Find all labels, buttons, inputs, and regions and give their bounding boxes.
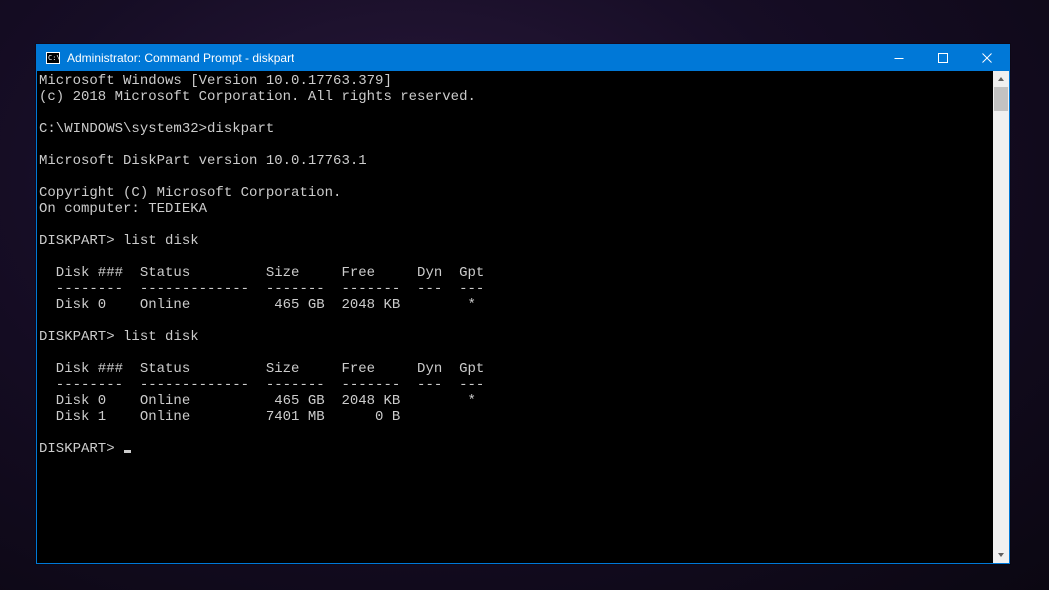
disk-table-header: Disk ### Status Size Free Dyn Gpt	[39, 361, 484, 377]
scrollbar-thumb[interactable]	[994, 87, 1008, 111]
titlebar[interactable]: C:\ Administrator: Command Prompt - disk…	[37, 45, 1009, 71]
vertical-scrollbar[interactable]	[993, 71, 1009, 563]
client-area: Microsoft Windows [Version 10.0.17763.37…	[37, 71, 1009, 563]
minimize-button[interactable]	[877, 45, 921, 71]
os-copyright-line: (c) 2018 Microsoft Corporation. All righ…	[39, 89, 476, 105]
diskpart-prompt: DISKPART>	[39, 329, 115, 345]
terminal-output[interactable]: Microsoft Windows [Version 10.0.17763.37…	[37, 71, 993, 563]
diskpart-prompt: DISKPART>	[39, 233, 115, 249]
diskpart-computer-line: On computer: TEDIEKA	[39, 201, 207, 217]
terminal-cursor	[124, 450, 131, 453]
os-version-line: Microsoft Windows [Version 10.0.17763.37…	[39, 73, 392, 89]
scrollbar-track[interactable]	[993, 87, 1009, 547]
scrollbar-arrow-up-icon[interactable]	[993, 71, 1009, 87]
command-prompt-window: C:\ Administrator: Command Prompt - disk…	[36, 44, 1010, 564]
close-button[interactable]	[965, 45, 1009, 71]
cmd-list-disk: list disk	[123, 329, 199, 345]
maximize-button[interactable]	[921, 45, 965, 71]
disk-table-divider: -------- ------------- ------- ------- -…	[39, 377, 484, 393]
cmd-diskpart: diskpart	[207, 121, 274, 137]
disk-table-divider: -------- ------------- ------- ------- -…	[39, 281, 484, 297]
disk-table-header: Disk ### Status Size Free Dyn Gpt	[39, 265, 484, 281]
command-prompt-icon: C:\	[45, 50, 61, 66]
svg-text:C:\: C:\	[48, 54, 60, 62]
diskpart-version-line: Microsoft DiskPart version 10.0.17763.1	[39, 153, 367, 169]
desktop: C:\ Administrator: Command Prompt - disk…	[0, 0, 1049, 590]
cmd-list-disk: list disk	[123, 233, 199, 249]
prompt-c-windows-system32: C:\WINDOWS\system32>	[39, 121, 207, 137]
diskpart-copyright-line: Copyright (C) Microsoft Corporation.	[39, 185, 341, 201]
disk-table-row: Disk 0 Online 465 GB 2048 KB *	[39, 393, 476, 409]
disk-table-row: Disk 1 Online 7401 MB 0 B	[39, 409, 400, 425]
disk-table-row: Disk 0 Online 465 GB 2048 KB *	[39, 297, 476, 313]
diskpart-prompt-current: DISKPART>	[39, 441, 115, 457]
window-title: Administrator: Command Prompt - diskpart	[67, 45, 294, 71]
scrollbar-arrow-down-icon[interactable]	[993, 547, 1009, 563]
